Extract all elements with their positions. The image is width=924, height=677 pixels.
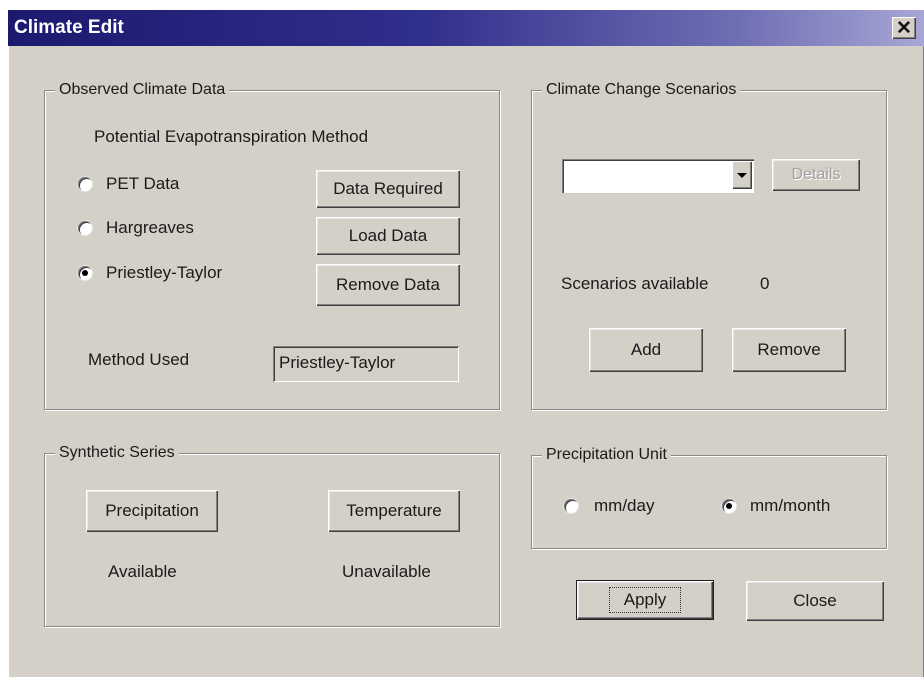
remove-data-label: Remove Data [336, 275, 440, 294]
precipitation-unit-legend: Precipitation Unit [542, 445, 671, 465]
precipitation-status: Available [108, 562, 177, 581]
climate-edit-dialog: Climate Edit ✕ Observed Climate Data Pot… [8, 10, 924, 677]
radio-pet-data[interactable] [78, 177, 92, 191]
pet-method-heading: Potential Evapotranspiration Method [94, 127, 369, 146]
radio-pet-data-label[interactable]: PET Data [106, 174, 179, 194]
apply-button[interactable]: Apply [576, 580, 714, 620]
chevron-down-icon[interactable] [732, 161, 752, 189]
scenario-select[interactable] [562, 159, 754, 193]
temperature-label: Temperature [346, 501, 442, 520]
precipitation-unit-group: Precipitation Unit mm/day mm/month [531, 445, 887, 549]
scenarios-available-count: 0 [760, 274, 770, 293]
close-button[interactable]: Close [746, 581, 884, 621]
climate-change-scenarios-group: Climate Change Scenarios Details Scenari… [531, 80, 887, 410]
details-button[interactable]: Details [772, 159, 860, 191]
add-scenario-button[interactable]: Add [589, 328, 703, 372]
synthetic-series-legend: Synthetic Series [55, 443, 179, 463]
close-glyph: ✕ [896, 17, 912, 39]
close-label: Close [793, 591, 837, 610]
synthetic-series-group: Synthetic Series Precipitation Available… [44, 443, 500, 627]
observed-climate-data-legend: Observed Climate Data [55, 80, 230, 100]
radio-mm-day[interactable] [564, 499, 578, 513]
add-label: Add [630, 340, 662, 359]
details-label: Details [791, 166, 841, 183]
method-used-field: Priestley-Taylor [273, 346, 459, 382]
close-icon[interactable]: ✕ [892, 17, 916, 39]
observed-climate-data-group: Observed Climate Data Potential Evapotra… [44, 80, 500, 410]
window-title: Climate Edit [14, 17, 124, 38]
remove-data-button[interactable]: Remove Data [316, 264, 460, 306]
scenarios-available-label: Scenarios available [561, 274, 709, 293]
climate-change-scenarios-legend: Climate Change Scenarios [542, 80, 741, 100]
radio-selected-dot [726, 503, 732, 509]
radio-hargreaves[interactable] [78, 221, 92, 235]
radio-mm-day-label[interactable]: mm/day [594, 496, 654, 516]
method-used-label: Method Used [88, 350, 190, 369]
title-bar[interactable]: Climate Edit ✕ [8, 10, 924, 46]
precipitation-button[interactable]: Precipitation [86, 490, 218, 532]
apply-label: Apply [608, 587, 682, 613]
radio-priestley-taylor-label[interactable]: Priestley-Taylor [106, 263, 222, 283]
radio-priestley-taylor[interactable] [78, 266, 92, 280]
temperature-status: Unavailable [342, 562, 431, 581]
radio-mm-month-label[interactable]: mm/month [750, 496, 830, 516]
data-required-button[interactable]: Data Required [316, 170, 460, 208]
load-data-button[interactable]: Load Data [316, 217, 460, 255]
radio-hargreaves-label[interactable]: Hargreaves [106, 218, 194, 238]
precipitation-label: Precipitation [105, 501, 199, 520]
load-data-label: Load Data [348, 226, 428, 245]
remove-label: Remove [757, 340, 821, 359]
data-required-label: Data Required [333, 179, 443, 198]
radio-mm-month[interactable] [722, 499, 736, 513]
remove-scenario-button[interactable]: Remove [732, 328, 846, 372]
radio-selected-dot [82, 270, 88, 276]
temperature-button[interactable]: Temperature [328, 490, 460, 532]
